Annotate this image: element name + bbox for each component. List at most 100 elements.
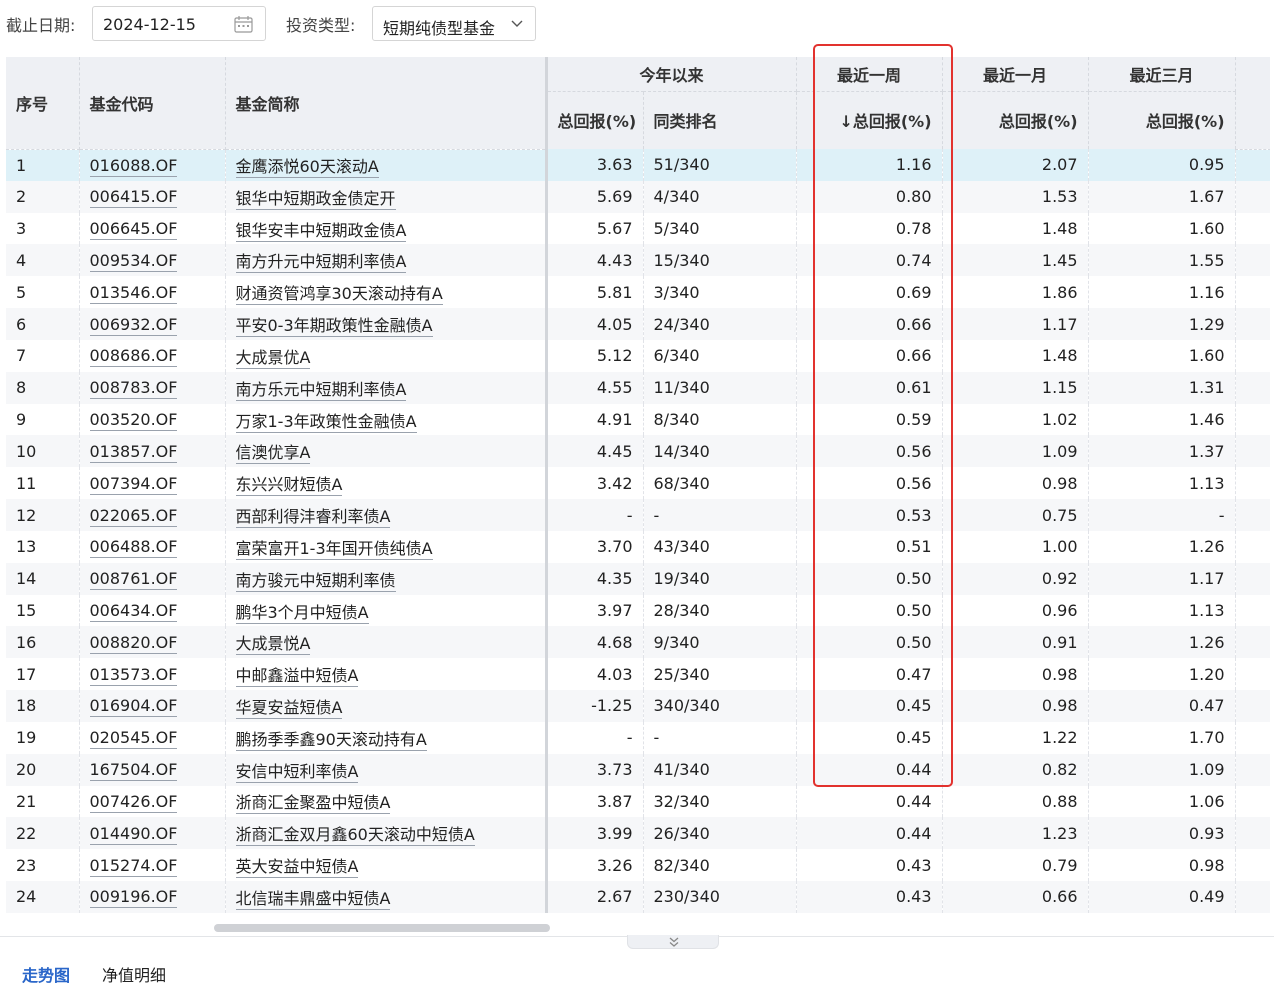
header-week-return-sorted[interactable]: ↓总回报(%) bbox=[796, 91, 943, 149]
table-row[interactable]: 23 015274.OF 英大安益中短债A 3.26 82/340 0.43 0.79 0.9… bbox=[6, 849, 1270, 882]
fund-name-link[interactable]: 英大安益中短债A bbox=[235, 857, 359, 879]
table-row[interactable]: 2 006415.OF 银华中短期政金债定开 5.69 4/340 0.80 1.53 1.6… bbox=[6, 180, 1270, 213]
table-row[interactable]: 3 006645.OF 银华安丰中短期政金债A 5.67 5/340 0.78 1.48 1.… bbox=[6, 212, 1270, 245]
fund-code-link[interactable]: 006415.OF bbox=[89, 187, 178, 209]
cell-month: 1.45 bbox=[942, 244, 1089, 277]
header-ytd-rank[interactable]: 同类排名 bbox=[643, 91, 797, 149]
fund-name-link[interactable]: 东兴兴财短债A bbox=[235, 475, 343, 497]
type-select[interactable]: 短期纯债型基金 bbox=[372, 6, 536, 41]
collapse-toggle[interactable] bbox=[627, 935, 719, 949]
fund-code-link[interactable]: 016904.OF bbox=[89, 696, 178, 718]
ytd-return: 3.73 bbox=[596, 760, 633, 780]
fund-name-link[interactable]: 鹏华3个月中短债A bbox=[235, 602, 369, 624]
fund-name-link[interactable]: 金鹰添悦60天滚动A bbox=[235, 157, 379, 179]
cell-rank: 19/340 bbox=[643, 562, 797, 595]
horizontal-scrollbar[interactable] bbox=[214, 924, 550, 932]
fund-code-link[interactable]: 006488.OF bbox=[89, 537, 178, 559]
fund-name-link[interactable]: 平安0-3年期政策性金融债A bbox=[235, 316, 433, 338]
tab-trend[interactable]: 走势图 bbox=[22, 962, 70, 986]
fund-name-link[interactable]: 大成景优A bbox=[235, 347, 311, 369]
fund-code-link[interactable]: 008686.OF bbox=[89, 346, 178, 368]
table-row[interactable]: 7 008686.OF 大成景优A 5.12 6/340 0.66 1.48 1.60 bbox=[6, 339, 1270, 372]
fund-code-link[interactable]: 009534.OF bbox=[89, 250, 178, 272]
fund-name-link[interactable]: 南方升元中短期利率债A bbox=[235, 252, 407, 274]
table-row[interactable]: 19 020545.OF 鹏扬季季鑫90天滚动持有A - - 0.45 1.22 1.70 bbox=[6, 721, 1270, 754]
table-row[interactable]: 15 006434.OF 鹏华3个月中短债A 3.97 28/340 0.50 0.96 1.… bbox=[6, 594, 1270, 627]
month-return: 1.53 bbox=[1041, 187, 1078, 207]
fund-name-link[interactable]: 华夏安益短债A bbox=[235, 697, 343, 719]
fund-code-link[interactable]: 003520.OF bbox=[89, 410, 178, 432]
fund-name-link[interactable]: 浙商汇金双月鑫60天滚动中短债A bbox=[235, 825, 475, 847]
fund-code-link[interactable]: 013573.OF bbox=[89, 664, 178, 686]
fund-name-link[interactable]: 北信瑞丰鼎盛中短债A bbox=[235, 888, 391, 910]
table-row[interactable]: 24 009196.OF 北信瑞丰鼎盛中短债A 2.67 230/340 0.43 0.66… bbox=[6, 881, 1270, 913]
cell-week: 0.45 bbox=[796, 721, 943, 754]
header-code[interactable]: 基金代码 bbox=[79, 57, 226, 150]
fund-name-link[interactable]: 富荣富开1-3年国开债纯债A bbox=[235, 538, 433, 560]
header-ytd-return[interactable]: 总回报(%) bbox=[546, 91, 644, 149]
fund-code-link[interactable]: 009196.OF bbox=[89, 887, 178, 909]
fund-code-link[interactable]: 013546.OF bbox=[89, 282, 178, 304]
fund-name-link[interactable]: 安信中短利率债A bbox=[235, 761, 359, 783]
fund-code-link[interactable]: 007394.OF bbox=[89, 473, 178, 495]
table-row[interactable]: 1 016088.OF 金鹰添悦60天滚动A 3.63 51/340 1.16 2.07 0.… bbox=[6, 149, 1270, 181]
fund-name-link[interactable]: 西部利得沣睿利率债A bbox=[235, 507, 391, 529]
table-row[interactable]: 12 022065.OF 西部利得沣睿利率债A - -0.53 0.75- bbox=[6, 499, 1270, 531]
fund-code-link[interactable]: 014490.OF bbox=[89, 823, 178, 845]
fund-code-link[interactable]: 008783.OF bbox=[89, 378, 178, 400]
month-return: 0.98 bbox=[1041, 696, 1078, 716]
fund-code-link[interactable]: 008820.OF bbox=[89, 632, 178, 654]
cell-week: 0.45 bbox=[796, 690, 943, 722]
week-return: 0.47 bbox=[895, 664, 932, 684]
fund-name-link[interactable]: 南方骏元中短期利率债 bbox=[235, 570, 396, 592]
table-row[interactable]: 16 008820.OF 大成景悦A 4.68 9/340 0.50 0.91 1.26 bbox=[6, 626, 1270, 659]
fund-code-link[interactable]: 006645.OF bbox=[89, 219, 178, 241]
fund-code-link[interactable]: 167504.OF bbox=[89, 760, 178, 782]
fund-code-link[interactable]: 015274.OF bbox=[89, 855, 178, 877]
header-month-return[interactable]: 总回报(%) bbox=[942, 91, 1089, 149]
table-row[interactable]: 14 008761.OF 南方骏元中短期利率债 4.35 19/340 0.50 0.92 1… bbox=[6, 562, 1270, 595]
fund-name-link[interactable]: 中邮鑫溢中短债A bbox=[235, 666, 359, 688]
fund-name-link[interactable]: 财通资管鸿享30天滚动持有A bbox=[235, 284, 443, 306]
fund-code-link[interactable]: 022065.OF bbox=[89, 505, 178, 527]
table-row[interactable]: 4 009534.OF 南方升元中短期利率债A 4.43 15/340 0.74 1.45 1… bbox=[6, 244, 1270, 277]
table-row[interactable]: 11 007394.OF 东兴兴财短债A 3.42 68/340 0.56 0.98 1.13 bbox=[6, 467, 1270, 500]
fund-name-link[interactable]: 信澳优享A bbox=[235, 443, 311, 465]
fund-name-link[interactable]: 万家1-3年政策性金融债A bbox=[235, 411, 417, 433]
tab-nav-detail[interactable]: 净值明细 bbox=[102, 962, 166, 986]
chevron-down-icon[interactable] bbox=[511, 20, 523, 28]
table-row[interactable]: 5 013546.OF 财通资管鸿享30天滚动持有A 5.81 3/340 0.69 1.8… bbox=[6, 276, 1270, 309]
fund-name-link[interactable]: 南方乐元中短期利率债A bbox=[235, 379, 407, 401]
fund-name-link[interactable]: 鹏扬季季鑫90天滚动持有A bbox=[235, 729, 427, 751]
header-index[interactable]: 序号 bbox=[6, 57, 80, 150]
fund-code-link[interactable]: 016088.OF bbox=[89, 155, 178, 177]
table-row[interactable]: 18 016904.OF 华夏安益短债A -1.25 340/340 0.45 0.98 0.… bbox=[6, 690, 1270, 722]
table-row[interactable]: 10 013857.OF 信澳优享A 4.45 14/340 0.56 1.09 1.37 bbox=[6, 435, 1270, 468]
table-row[interactable]: 8 008783.OF 南方乐元中短期利率债A 4.55 11/340 0.61 1.15 1… bbox=[6, 371, 1270, 404]
cell-ytd: 5.69 bbox=[546, 180, 644, 213]
fund-code-link[interactable]: 007426.OF bbox=[89, 791, 178, 813]
table-row[interactable]: 17 013573.OF 中邮鑫溢中短债A 4.03 25/340 0.47 0.98 1.2… bbox=[6, 658, 1270, 691]
table-row[interactable]: 13 006488.OF 富荣富开1-3年国开债纯债A 3.70 43/340 0.51 1… bbox=[6, 530, 1270, 563]
fund-code-link[interactable]: 013857.OF bbox=[89, 441, 178, 463]
date-picker[interactable]: 2024-12-15 bbox=[92, 6, 266, 41]
cell-ytd: 3.70 bbox=[546, 530, 644, 563]
fund-code-link[interactable]: 006932.OF bbox=[89, 314, 178, 336]
calendar-icon[interactable] bbox=[234, 15, 253, 33]
fund-code-link[interactable]: 008761.OF bbox=[89, 569, 178, 591]
fund-name-link[interactable]: 大成景悦A bbox=[235, 634, 311, 656]
table-row[interactable]: 6 006932.OF 平安0-3年期政策性金融债A 4.05 24/340 0.66 1.… bbox=[6, 308, 1270, 340]
fund-code-link[interactable]: 020545.OF bbox=[89, 728, 178, 750]
header-quarter-return[interactable]: 总回报(%) bbox=[1088, 91, 1236, 149]
table-row[interactable]: 22 014490.OF 浙商汇金双月鑫60天滚动中短债A 3.99 26/340 0.4… bbox=[6, 817, 1270, 850]
fund-name-link[interactable]: 银华安丰中短期政金债A bbox=[235, 220, 407, 242]
header-name[interactable]: 基金简称 bbox=[225, 57, 548, 150]
cell-week: 0.80 bbox=[796, 180, 943, 213]
table-row[interactable]: 20 167504.OF 安信中短利率债A 3.73 41/340 0.44 0.82 1.0… bbox=[6, 753, 1270, 786]
table-row[interactable]: 21 007426.OF 浙商汇金聚盈中短债A 3.87 32/340 0.44 0.88 1… bbox=[6, 785, 1270, 818]
ytd-return: - bbox=[626, 728, 633, 748]
fund-name-link[interactable]: 银华中短期政金债定开 bbox=[235, 188, 396, 210]
fund-code-link[interactable]: 006434.OF bbox=[89, 601, 178, 622]
fund-name-link[interactable]: 浙商汇金聚盈中短债A bbox=[235, 793, 391, 815]
table-row[interactable]: 9 003520.OF 万家1-3年政策性金融债A 4.91 8/340 0.59 1.02… bbox=[6, 403, 1270, 436]
